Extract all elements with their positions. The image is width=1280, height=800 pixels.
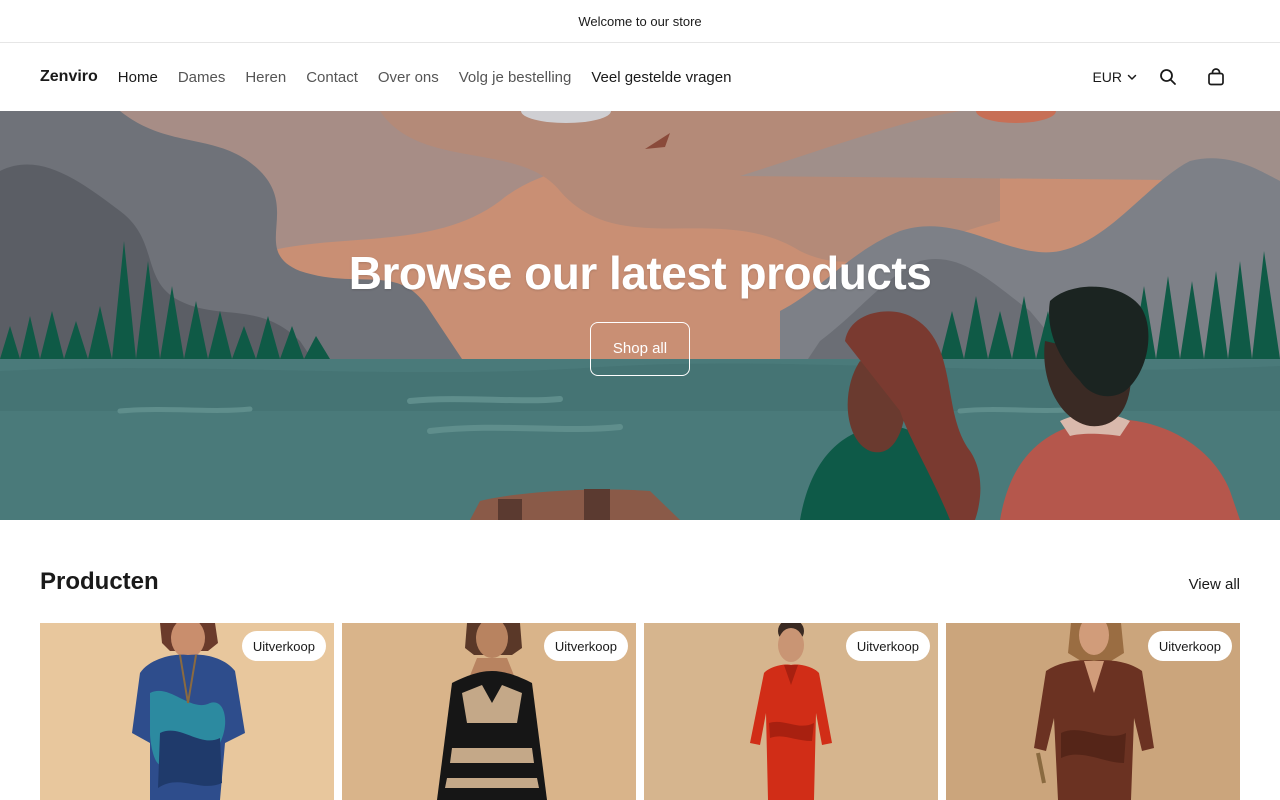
hero-content: Browse our latest products Shop all bbox=[0, 111, 1280, 520]
product-card[interactable]: Uitverkoop bbox=[40, 623, 334, 800]
sale-badge: Uitverkoop bbox=[241, 631, 326, 661]
nav-heren[interactable]: Heren bbox=[245, 69, 286, 86]
nav-over-ons[interactable]: Over ons bbox=[378, 69, 439, 86]
hero-title: Browse our latest products bbox=[348, 246, 932, 299]
search-icon bbox=[1160, 69, 1176, 85]
nav-faq[interactable]: Veel gestelde vragen bbox=[591, 69, 731, 86]
product-card[interactable]: Uitverkoop bbox=[342, 623, 636, 800]
announcement-bar: Welcome to our store bbox=[0, 0, 1280, 43]
products-title: Producten bbox=[40, 568, 159, 595]
nav-home[interactable]: Home bbox=[118, 69, 158, 86]
product-card[interactable]: Uitverkoop bbox=[644, 623, 938, 800]
product-card[interactable]: Uitverkoop bbox=[946, 623, 1240, 800]
shopping-bag-icon bbox=[1208, 68, 1224, 86]
nav-volg-bestelling[interactable]: Volg je bestelling bbox=[459, 69, 572, 86]
main-nav: Home Dames Heren Contact Over ons Volg j… bbox=[118, 69, 732, 86]
cart-button[interactable] bbox=[1204, 65, 1228, 89]
site-header: Zenviro Home Dames Heren Contact Over on… bbox=[0, 43, 1280, 111]
nav-contact[interactable]: Contact bbox=[306, 69, 358, 86]
nav-dames[interactable]: Dames bbox=[178, 69, 226, 86]
sale-badge: Uitverkoop bbox=[1147, 631, 1232, 661]
sale-badge: Uitverkoop bbox=[543, 631, 628, 661]
chevron-down-icon bbox=[1127, 74, 1137, 80]
hero-banner: Browse our latest products Shop all bbox=[0, 111, 1280, 520]
header-actions: EUR bbox=[1092, 65, 1240, 89]
store-logo[interactable]: Zenviro bbox=[40, 68, 98, 86]
sale-badge: Uitverkoop bbox=[845, 631, 930, 661]
products-header: Producten View all bbox=[40, 562, 1240, 602]
currency-selector[interactable]: EUR bbox=[1092, 69, 1138, 85]
shop-all-button[interactable]: Shop all bbox=[590, 321, 690, 376]
currency-label: EUR bbox=[1092, 69, 1122, 85]
announcement-text: Welcome to our store bbox=[578, 13, 702, 29]
product-grid: Uitverkoop Uitverkoop Uitverkoop Uitverk… bbox=[40, 623, 1240, 800]
view-all-link[interactable]: View all bbox=[1189, 576, 1240, 593]
search-button[interactable] bbox=[1156, 65, 1180, 89]
